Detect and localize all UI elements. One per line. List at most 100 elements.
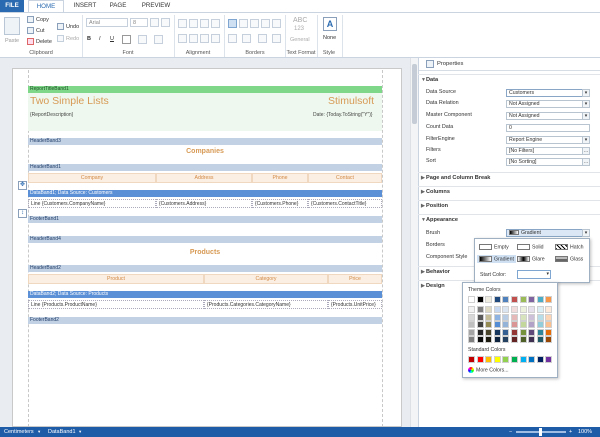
- chevron-down-icon[interactable]: ▾: [582, 229, 590, 237]
- no-border-icon[interactable]: [239, 19, 248, 28]
- ellipsis-icon[interactable]: …: [582, 158, 590, 166]
- header-band-3[interactable]: HeaderBand3: [28, 138, 382, 145]
- font-color-icon[interactable]: [122, 35, 131, 44]
- color-swatch[interactable]: [536, 296, 544, 303]
- filter-engine-select[interactable]: Report Engine: [506, 136, 590, 144]
- color-swatch[interactable]: [502, 356, 510, 363]
- color-swatch[interactable]: [476, 328, 484, 336]
- color-swatch[interactable]: [519, 313, 527, 321]
- color-swatch[interactable]: [502, 328, 510, 336]
- color-swatch[interactable]: [536, 313, 544, 321]
- chevron-down-icon[interactable]: ▾: [79, 427, 81, 437]
- report-title[interactable]: Two Simple Lists: [30, 95, 109, 107]
- border-color-icon[interactable]: [242, 34, 251, 43]
- color-swatch[interactable]: [536, 336, 544, 343]
- color-swatch[interactable]: [502, 313, 510, 321]
- tab-home[interactable]: HOME: [28, 0, 64, 12]
- start-color-select[interactable]: ▾: [517, 270, 551, 279]
- delete-button[interactable]: Delete: [27, 38, 52, 45]
- undo-button[interactable]: Undo: [57, 23, 79, 30]
- zoom-in-icon[interactable]: +: [569, 427, 572, 437]
- bold-button[interactable]: B: [87, 36, 91, 42]
- style-button[interactable]: None: [323, 35, 336, 41]
- section-data[interactable]: ▼ Data: [418, 74, 600, 85]
- color-swatch[interactable]: [511, 296, 518, 303]
- color-swatch[interactable]: [545, 306, 553, 313]
- color-swatch[interactable]: [493, 356, 501, 363]
- color-swatch[interactable]: [519, 336, 527, 343]
- products-title[interactable]: Products: [28, 249, 382, 256]
- color-swatch[interactable]: [528, 313, 536, 321]
- data-cell-company[interactable]: Line {Customers.CompanyName}: [28, 199, 156, 208]
- color-swatch[interactable]: [545, 336, 553, 343]
- color-swatch[interactable]: [511, 306, 518, 313]
- color-swatch[interactable]: [528, 336, 536, 343]
- column-header-company[interactable]: Company: [28, 173, 156, 183]
- more-colors-button[interactable]: More Colors...: [468, 367, 509, 373]
- color-swatch[interactable]: [476, 356, 484, 363]
- column-header-price[interactable]: Price: [328, 274, 382, 284]
- brush-option-glare[interactable]: Glare: [517, 256, 545, 262]
- word-wrap-icon[interactable]: [211, 34, 220, 43]
- brush-option-gradient[interactable]: Gradient: [477, 255, 516, 264]
- ellipsis-icon[interactable]: …: [582, 147, 590, 155]
- color-swatch[interactable]: [476, 306, 484, 313]
- color-swatch[interactable]: [528, 356, 536, 363]
- color-swatch[interactable]: [468, 356, 475, 363]
- brush-option-empty[interactable]: Empty: [479, 244, 509, 250]
- color-swatch[interactable]: [519, 328, 527, 336]
- color-swatch[interactable]: [511, 336, 518, 343]
- color-swatch[interactable]: [485, 306, 493, 313]
- section-page-column-break[interactable]: ▶ Page and Column Break: [418, 172, 600, 183]
- footer-band-1[interactable]: FooterBand1: [28, 216, 382, 223]
- color-swatch[interactable]: [493, 321, 501, 328]
- color-swatch[interactable]: [485, 336, 493, 343]
- brush-select[interactable]: Gradient: [506, 229, 590, 237]
- color-swatch[interactable]: [493, 306, 501, 313]
- color-swatch[interactable]: [485, 313, 493, 321]
- move-handle-icon[interactable]: ✥: [18, 181, 27, 190]
- color-swatch[interactable]: [485, 296, 493, 303]
- report-title-band[interactable]: ReportTitleBand1: [28, 86, 382, 93]
- redo-button[interactable]: Redo: [57, 35, 79, 42]
- band-resize-icon[interactable]: ↕: [18, 209, 27, 218]
- font-family-select[interactable]: Arial: [86, 18, 128, 27]
- color-swatch[interactable]: [468, 328, 475, 336]
- chevron-down-icon[interactable]: ▾: [582, 112, 590, 120]
- color-swatch[interactable]: [468, 321, 475, 328]
- zoom-slider-thumb[interactable]: [539, 428, 542, 436]
- report-brand[interactable]: Stimulsoft: [328, 95, 374, 107]
- color-swatch[interactable]: [493, 336, 501, 343]
- section-appearance[interactable]: ▼ Appearance: [418, 214, 600, 225]
- data-band-1[interactable]: DataBand1; Data Source: Customers: [28, 190, 382, 197]
- color-swatch[interactable]: [511, 328, 518, 336]
- grow-font-icon[interactable]: [150, 18, 159, 27]
- column-header-phone[interactable]: Phone: [252, 173, 308, 183]
- chevron-down-icon[interactable]: ▾: [38, 427, 40, 437]
- align-left-icon[interactable]: [178, 19, 187, 28]
- zoom-slider[interactable]: [516, 428, 566, 436]
- color-swatch[interactable]: [545, 328, 553, 336]
- color-swatch[interactable]: [511, 356, 518, 363]
- font-size-select[interactable]: 8: [130, 18, 148, 27]
- data-cell-price[interactable]: {Products.UnitPrice}: [328, 300, 382, 309]
- data-cell-category[interactable]: {Products.Categories.CategoryName}: [204, 300, 328, 309]
- column-header-address[interactable]: Address: [156, 173, 252, 183]
- color-swatch[interactable]: [511, 313, 518, 321]
- footer-band-2[interactable]: FooterBand2: [28, 317, 382, 324]
- color-swatch[interactable]: [545, 313, 553, 321]
- scrollbar-thumb[interactable]: [412, 64, 417, 124]
- master-component-select[interactable]: Not Assigned: [506, 112, 590, 120]
- color-swatch[interactable]: [536, 356, 544, 363]
- color-swatch[interactable]: [519, 296, 527, 303]
- color-swatch[interactable]: [528, 306, 536, 313]
- section-columns[interactable]: ▶ Columns: [418, 186, 600, 197]
- tab-page[interactable]: PAGE: [104, 0, 132, 12]
- color-swatch[interactable]: [476, 296, 484, 303]
- header-band-2[interactable]: HeaderBand2: [28, 265, 382, 272]
- color-swatch[interactable]: [502, 321, 510, 328]
- color-swatch[interactable]: [545, 296, 553, 303]
- brush-option-solid[interactable]: Solid: [517, 244, 544, 250]
- all-borders-icon[interactable]: [228, 19, 237, 28]
- brush-option-glass[interactable]: Glass: [555, 256, 583, 262]
